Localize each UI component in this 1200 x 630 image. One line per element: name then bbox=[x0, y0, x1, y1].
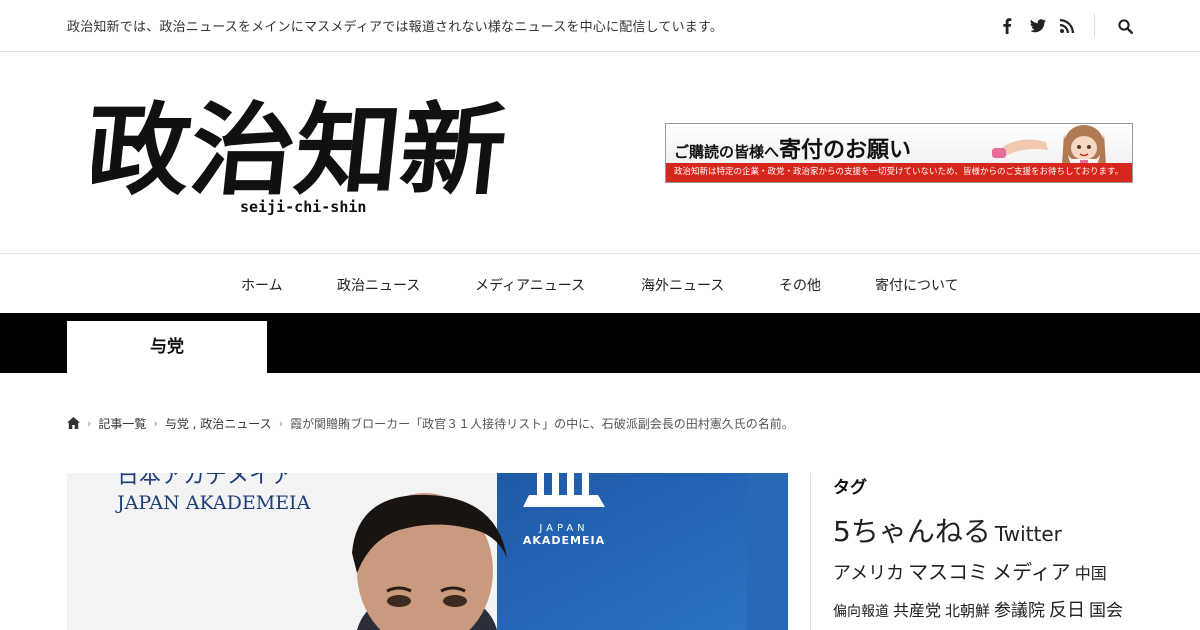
main-nav: ホーム 政治ニュース メディアニュース 海外ニュース その他 寄付について bbox=[0, 254, 1200, 313]
category-tab: 与党 bbox=[67, 321, 267, 373]
tag-link[interactable]: 偏向報道 bbox=[833, 604, 889, 620]
tag-link[interactable]: マスコミ bbox=[908, 560, 988, 584]
divider bbox=[1094, 13, 1095, 37]
tag-link[interactable]: 中国 bbox=[1075, 564, 1107, 583]
facebook-icon[interactable] bbox=[998, 14, 1016, 38]
person-photo bbox=[352, 493, 507, 630]
donation-banner[interactable]: ご購読の皆様へ寄付のお願い 政治知新は特定の企業・政党・政治家からの支援を一切受… bbox=[665, 123, 1133, 183]
tag-cloud: 5ちゃんねる Twitter アメリカ マスコミ メディア 中国偏向報道 共産党 北朝鮮 参議院… bbox=[833, 513, 1133, 630]
banner-subtext: 政治知新は特定の企業・政党・政治家からの支援を一切受けていないため、皆様からのご… bbox=[666, 163, 1132, 182]
twitter-icon[interactable] bbox=[1028, 14, 1048, 38]
character-illustration bbox=[992, 125, 1106, 165]
chevron-right-icon: › bbox=[87, 416, 92, 430]
tag-link[interactable]: 共産党 bbox=[893, 601, 941, 620]
site-logo[interactable]: 政治知新 seiji-chi-shin bbox=[79, 90, 511, 220]
logo-subtext: seiji-chi-shin bbox=[240, 198, 366, 216]
photo-text-jp: 日本アカデメイア bbox=[117, 473, 293, 489]
breadcrumb-current: 霞が関贈賄ブローカー「政官３１人接待リスト」の中に、石破派副会長の田村憲久氏の名… bbox=[290, 416, 794, 431]
nav-item-politics[interactable]: 政治ニュース bbox=[337, 275, 420, 295]
rss-icon[interactable] bbox=[1058, 14, 1076, 38]
nav-item-media[interactable]: メディアニュース bbox=[475, 275, 585, 295]
chevron-right-icon: › bbox=[153, 416, 158, 430]
banner-title: ご購読の皆様へ寄付のお願い bbox=[674, 137, 912, 163]
tag-link[interactable]: 反日 bbox=[1049, 600, 1085, 621]
tag-link[interactable]: アメリカ bbox=[833, 563, 904, 584]
breadcrumb-articles[interactable]: 記事一覧 bbox=[98, 415, 146, 432]
svg-text:JAPAN: JAPAN bbox=[538, 523, 588, 534]
svg-text:AKADEMEIA: AKADEMEIA bbox=[523, 534, 605, 547]
article-featured-image: 日本アカデメイア JAPAN AKADEMEIA JAPAN AKADEMEIA bbox=[67, 473, 788, 630]
top-bar: 政治知新では、政治ニュースをメインにマスメディアでは報道されない様なニュースを中… bbox=[0, 0, 1200, 52]
search-icon[interactable] bbox=[1115, 14, 1135, 38]
tag-link[interactable]: Twitter bbox=[995, 522, 1062, 546]
nav-item-donation[interactable]: 寄付について bbox=[875, 275, 959, 295]
tag-link[interactable]: 北朝鮮 bbox=[945, 602, 990, 620]
home-icon[interactable] bbox=[67, 417, 80, 429]
tag-link[interactable]: メディア bbox=[992, 560, 1071, 584]
nav-item-other[interactable]: その他 bbox=[779, 275, 821, 295]
tag-link[interactable]: 5ちゃんねる bbox=[833, 515, 991, 548]
chevron-right-icon: › bbox=[278, 416, 284, 430]
nav-item-overseas[interactable]: 海外ニュース bbox=[641, 275, 724, 295]
breadcrumb-category[interactable]: 与党 , 政治ニュース bbox=[165, 415, 272, 432]
site-tagline: 政治知新では、政治ニュースをメインにマスメディアでは報道されない様なニュースを中… bbox=[67, 20, 724, 35]
sidebar-divider bbox=[810, 473, 811, 630]
tag-link[interactable]: 参議院 bbox=[994, 601, 1045, 621]
logo-text: 政治知新 bbox=[92, 91, 506, 209]
photo-text-en: JAPAN AKADEMEIA bbox=[115, 492, 311, 514]
site-header: 政治知新 seiji-chi-shin ご購読の皆様へ寄付のお願い 政治知新は特… bbox=[0, 52, 1200, 254]
category-bar: 与党 bbox=[0, 313, 1200, 373]
sidebar-tags-title: タグ bbox=[833, 478, 867, 498]
nav-item-home[interactable]: ホーム bbox=[241, 275, 283, 295]
tag-link[interactable]: 国会 bbox=[1089, 601, 1123, 621]
breadcrumb: › 記事一覧 › 与党 , 政治ニュース › 霞が関贈賄ブローカー「政官３１人接… bbox=[67, 414, 794, 432]
